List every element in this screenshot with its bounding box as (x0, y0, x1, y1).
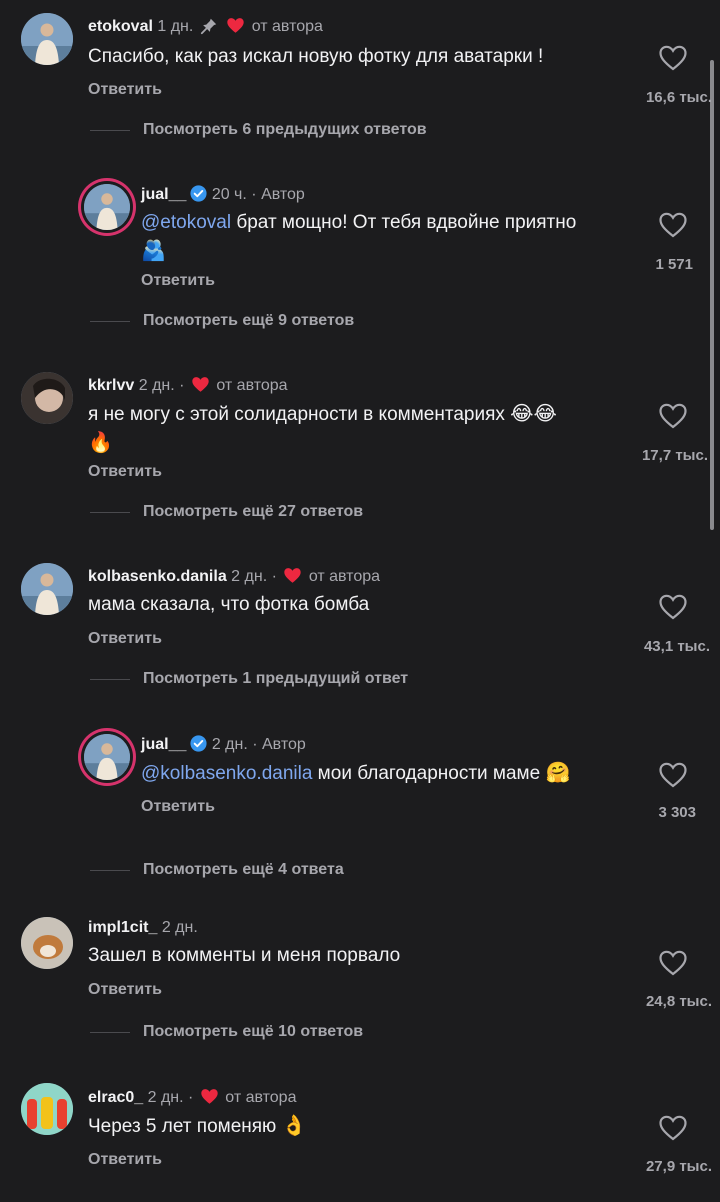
comment-time: 2 дн. (161, 919, 198, 936)
pin-icon (200, 17, 218, 35)
comment-time: 20 ч. (211, 186, 247, 203)
divider (90, 130, 130, 131)
author-heart-icon (226, 17, 245, 34)
scrollbar[interactable] (710, 60, 714, 530)
author-avatar[interactable] (84, 184, 130, 230)
comment-meta: etokoval 1 дн. от автора (88, 17, 323, 36)
view-replies-button[interactable]: Посмотреть 1 предыдущий ответ (143, 670, 408, 688)
fire-emoji: 🔥 (88, 432, 113, 454)
like-button[interactable] (659, 1115, 687, 1141)
like-button[interactable] (659, 212, 687, 238)
reply-button[interactable]: Ответить (88, 630, 162, 648)
comment-time: 2 дн. (138, 377, 175, 394)
reply-button[interactable]: Ответить (141, 272, 215, 290)
like-count: 24,8 тыс. (645, 993, 712, 1010)
mention-link[interactable]: @etokoval (141, 212, 231, 233)
author-heart-icon (191, 376, 210, 393)
like-button[interactable] (659, 45, 687, 71)
username[interactable]: impl1cit_ (88, 919, 157, 936)
comment-meta: kolbasenko.danila 2 дн. · от автора (88, 567, 381, 585)
view-replies-button[interactable]: Посмотреть ещё 4 ответа (143, 861, 344, 879)
author-badge: Автор (262, 736, 306, 753)
avatar[interactable] (21, 372, 73, 424)
divider (90, 321, 130, 322)
username[interactable]: elrac0_ (88, 1089, 143, 1106)
like-button[interactable] (659, 403, 687, 429)
comment-time: 2 дн. (147, 1089, 184, 1106)
like-button[interactable] (659, 950, 687, 976)
comment-text: @etokoval брат мощно! От тебя вдвойне пр… (141, 212, 577, 262)
author-liked-label: от автора (308, 568, 381, 585)
author-badge: Автор (261, 186, 305, 203)
author-liked-label: от автора (225, 1089, 297, 1106)
comment-meta: jual__ 20 ч. · Автор (141, 185, 305, 203)
emoji: 👌 (281, 1115, 307, 1137)
reply-button[interactable]: Ответить (88, 463, 162, 481)
username[interactable]: jual__ (141, 736, 186, 753)
author-liked-label: от автора (216, 377, 288, 394)
username[interactable]: etokoval (88, 18, 153, 35)
comment-meta: elrac0_ 2 дн. · от автора (88, 1088, 297, 1106)
emoji: 🫂 (141, 240, 166, 262)
verified-icon (190, 185, 207, 202)
divider (90, 512, 130, 513)
avatar[interactable] (21, 917, 73, 969)
like-count: 16,6 тыс. (645, 89, 712, 106)
comment-text: @kolbasenko.danila мои благодарности мам… (141, 762, 571, 784)
reply-button[interactable]: Ответить (88, 1151, 162, 1169)
avatar[interactable] (21, 13, 73, 65)
emoji: 🤗 (545, 762, 571, 784)
like-button[interactable] (659, 762, 687, 788)
reply-button[interactable]: Ответить (88, 81, 162, 99)
like-count: 1 571 (655, 256, 693, 273)
reply-button[interactable]: Ответить (88, 981, 162, 999)
view-replies-button[interactable]: Посмотреть ещё 27 ответов (143, 503, 363, 521)
like-count: 43,1 тыс. (643, 638, 710, 655)
avatar[interactable] (21, 563, 73, 615)
like-count: 17,7 тыс. (641, 447, 708, 464)
verified-icon (190, 735, 207, 752)
view-replies-button[interactable]: Посмотреть 6 предыдущих ответов (143, 121, 427, 139)
emoji: 😂😂 (510, 403, 557, 425)
divider (90, 870, 130, 871)
author-avatar[interactable] (84, 734, 130, 780)
view-replies-button[interactable]: Посмотреть ещё 9 ответов (143, 312, 354, 330)
reply-button[interactable]: Ответить (141, 798, 215, 816)
author-heart-icon (283, 567, 302, 584)
divider (90, 679, 130, 680)
comment-time: 2 дн. (231, 568, 268, 585)
username[interactable]: kolbasenko.danila (88, 568, 227, 585)
comment-time: 2 дн. (211, 736, 248, 753)
divider (90, 1032, 130, 1033)
comment-text: Спасибо, как раз искал новую фотку для а… (88, 46, 544, 67)
like-button[interactable] (659, 594, 687, 620)
comment-meta: impl1cit_ 2 дн. (88, 919, 198, 937)
username[interactable]: kkrlvv (88, 377, 134, 394)
comment-text: мама сказала, что фотка бомба (88, 594, 370, 615)
comment-meta: kkrlvv 2 дн. · от автора (88, 376, 288, 394)
author-heart-icon (200, 1088, 219, 1105)
username[interactable]: jual__ (141, 186, 186, 203)
like-count: 3 303 (658, 804, 696, 821)
like-count: 27,9 тыс. (645, 1158, 712, 1175)
view-replies-button[interactable]: Посмотреть ещё 10 ответов (143, 1023, 363, 1041)
author-liked-label: от автора (251, 18, 323, 35)
comment-time: 1 дн. (157, 18, 194, 35)
comment-text: я не могу с этой солидарности в коммента… (88, 403, 557, 454)
comment-meta: jual__ 2 дн. · Автор (141, 735, 306, 753)
comment-text: Зашел в комменты и меня порвало (88, 945, 401, 966)
avatar[interactable] (21, 1083, 73, 1135)
comment-text: Через 5 лет поменяю 👌 (88, 1115, 307, 1137)
mention-link[interactable]: @kolbasenko.danila (141, 763, 312, 784)
